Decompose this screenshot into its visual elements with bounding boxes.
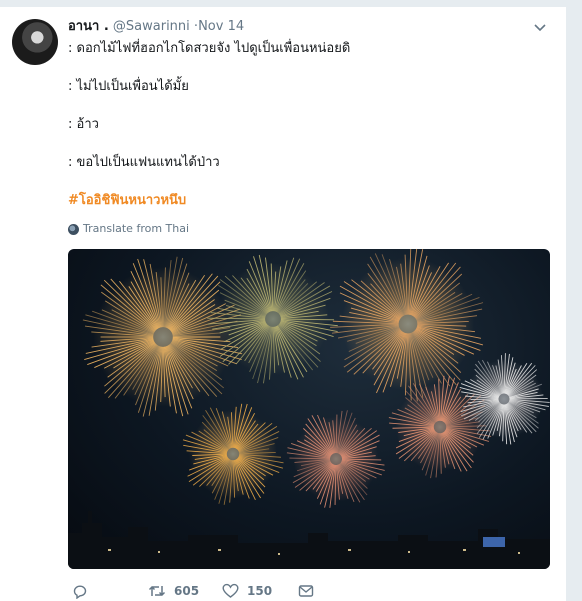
translate-label: Translate from Thai: [83, 221, 189, 237]
like-button[interactable]: 150: [222, 581, 272, 601]
hashtag-link[interactable]: #โออิชิฟินหนาวหนึบ: [68, 191, 548, 210]
retweet-count: 605: [174, 584, 199, 598]
reply-button[interactable]: [72, 581, 88, 601]
globe-icon: [68, 224, 79, 235]
retweet-icon: [148, 583, 166, 599]
tweet-photo[interactable]: [68, 249, 550, 569]
avatar[interactable]: [12, 19, 58, 65]
like-count: 150: [247, 584, 272, 598]
heart-icon: [222, 583, 239, 599]
tweet-text: : ดอกไม้ไฟที่ฮอกไกโดสวยจัง ไปดูเป็นเพื่อ…: [68, 39, 548, 210]
tweet-header: อานา . @Sawarinni ·Nov 14: [68, 17, 552, 37]
envelope-icon: [298, 583, 314, 599]
display-name[interactable]: อานา .: [68, 19, 109, 34]
fireworks-image: [68, 249, 550, 569]
reply-icon: [72, 583, 88, 599]
translate-link[interactable]: Translate from Thai: [68, 221, 189, 237]
tweet-line-4: : ขอไปเป็นแฟนแทนได้ป่าว: [68, 153, 548, 172]
tweet-line-1: : ดอกไม้ไฟที่ฮอกไกโดสวยจัง ไปดูเป็นเพื่อ…: [68, 39, 548, 58]
retweet-button[interactable]: 605: [148, 581, 199, 601]
tweet-timestamp[interactable]: Nov 14: [198, 19, 244, 34]
tweet-line-2: : ไม่ไปเป็นเพื่อนได้มั้ย: [68, 77, 548, 96]
direct-message-button[interactable]: [298, 581, 314, 601]
tweet-line-3: : อ้าว: [68, 115, 548, 134]
chevron-down-icon[interactable]: [532, 19, 548, 35]
user-handle[interactable]: @Sawarinni: [113, 19, 190, 34]
tweet-card[interactable]: อานา . @Sawarinni ·Nov 14 : ดอกไม้ไฟที่ฮ…: [0, 6, 567, 601]
